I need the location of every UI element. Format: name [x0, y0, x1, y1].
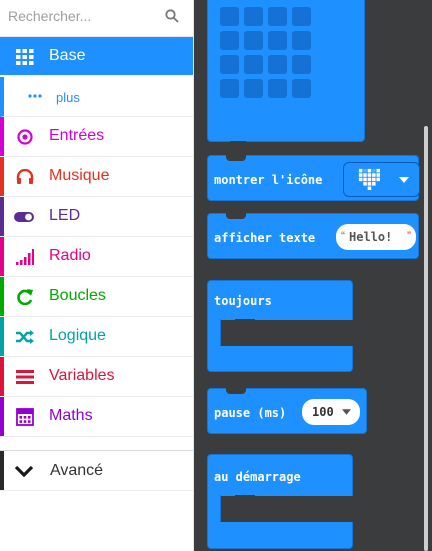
pause-duration-dropdown[interactable]: 100 [302, 399, 360, 425]
category-label: LED [49, 207, 81, 224]
signal-icon [16, 249, 34, 265]
category-inputs[interactable]: Entrées [0, 117, 193, 157]
show-icon-block[interactable]: montrer l'icône [207, 155, 420, 201]
category-label: plus [56, 90, 80, 105]
dropdown-arrow-icon [342, 409, 351, 415]
category-base[interactable]: Base [0, 37, 193, 75]
pause-block[interactable]: pause (ms) 100 [207, 388, 367, 434]
grid-icon [16, 49, 34, 65]
category-label: Radio [49, 247, 91, 264]
calculator-icon [16, 408, 34, 426]
category-variables[interactable]: Variables [0, 357, 193, 397]
more-icon [28, 94, 42, 98]
category-label: Entrées [49, 127, 105, 144]
category-color-bar [0, 277, 4, 316]
forever-block[interactable]: toujours [207, 280, 353, 372]
block-text: afficher texte [214, 231, 316, 245]
category-advanced[interactable]: Avancé [0, 450, 193, 491]
block-text: au démarrage [214, 470, 301, 484]
category-radio[interactable]: Radio [0, 237, 193, 277]
chevron-down-icon [14, 465, 34, 478]
category-label: Maths [49, 407, 93, 424]
search-input[interactable]: Rechercher... [8, 8, 91, 24]
search-box[interactable]: Rechercher... [0, 0, 193, 37]
show-string-block[interactable]: afficher texte “ Hello! ” [207, 213, 419, 259]
block-text: pause (ms) [214, 406, 287, 420]
block-text: toujours [214, 294, 272, 308]
shuffle-icon [16, 330, 34, 344]
list-icon [16, 370, 34, 384]
category-loops[interactable]: Boucles [0, 277, 193, 317]
headphones-icon [16, 169, 34, 184]
toggle-icon [14, 212, 34, 222]
toolbox: Rechercher... Base plus Entrées Musique … [0, 0, 194, 551]
category-color-bar [0, 197, 4, 236]
search-icon[interactable] [165, 9, 179, 23]
led-grid[interactable] [214, 7, 318, 111]
category-base-more[interactable]: plus [0, 77, 193, 117]
text-value: Hello! [349, 230, 393, 244]
category-color-bar [0, 317, 4, 356]
block-flyout: montrer l'icône afficher texte “ Hello! [194, 0, 432, 551]
heart-icon [358, 168, 380, 190]
category-math[interactable]: Maths [0, 397, 193, 437]
category-label: Variables [49, 367, 115, 384]
target-icon [17, 129, 33, 145]
block-text: montrer l'icône [214, 173, 323, 187]
show-leds-block[interactable] [207, 0, 365, 145]
category-color-bar [0, 451, 4, 490]
refresh-icon [17, 289, 33, 305]
category-music[interactable]: Musique [0, 157, 193, 197]
category-color-bar [0, 397, 4, 436]
category-color-bar [0, 237, 4, 276]
category-label: Musique [49, 167, 110, 184]
pause-value: 100 [312, 405, 334, 419]
text-value-input[interactable]: “ Hello! ” [336, 224, 416, 250]
category-label: Base [49, 47, 86, 64]
dropdown-arrow-icon [399, 177, 409, 183]
category-color-bar [0, 157, 4, 196]
category-color-bar [0, 117, 4, 156]
category-label: Avancé [50, 462, 104, 479]
category-led[interactable]: LED [0, 197, 193, 237]
flyout-scrollbar[interactable] [424, 126, 428, 551]
category-logic[interactable]: Logique [0, 317, 193, 357]
category-label: Logique [49, 327, 106, 344]
category-color-bar [0, 357, 4, 396]
category-label: Boucles [49, 287, 106, 304]
on-start-block[interactable]: au démarrage [207, 454, 353, 549]
icon-dropdown[interactable] [343, 162, 420, 197]
